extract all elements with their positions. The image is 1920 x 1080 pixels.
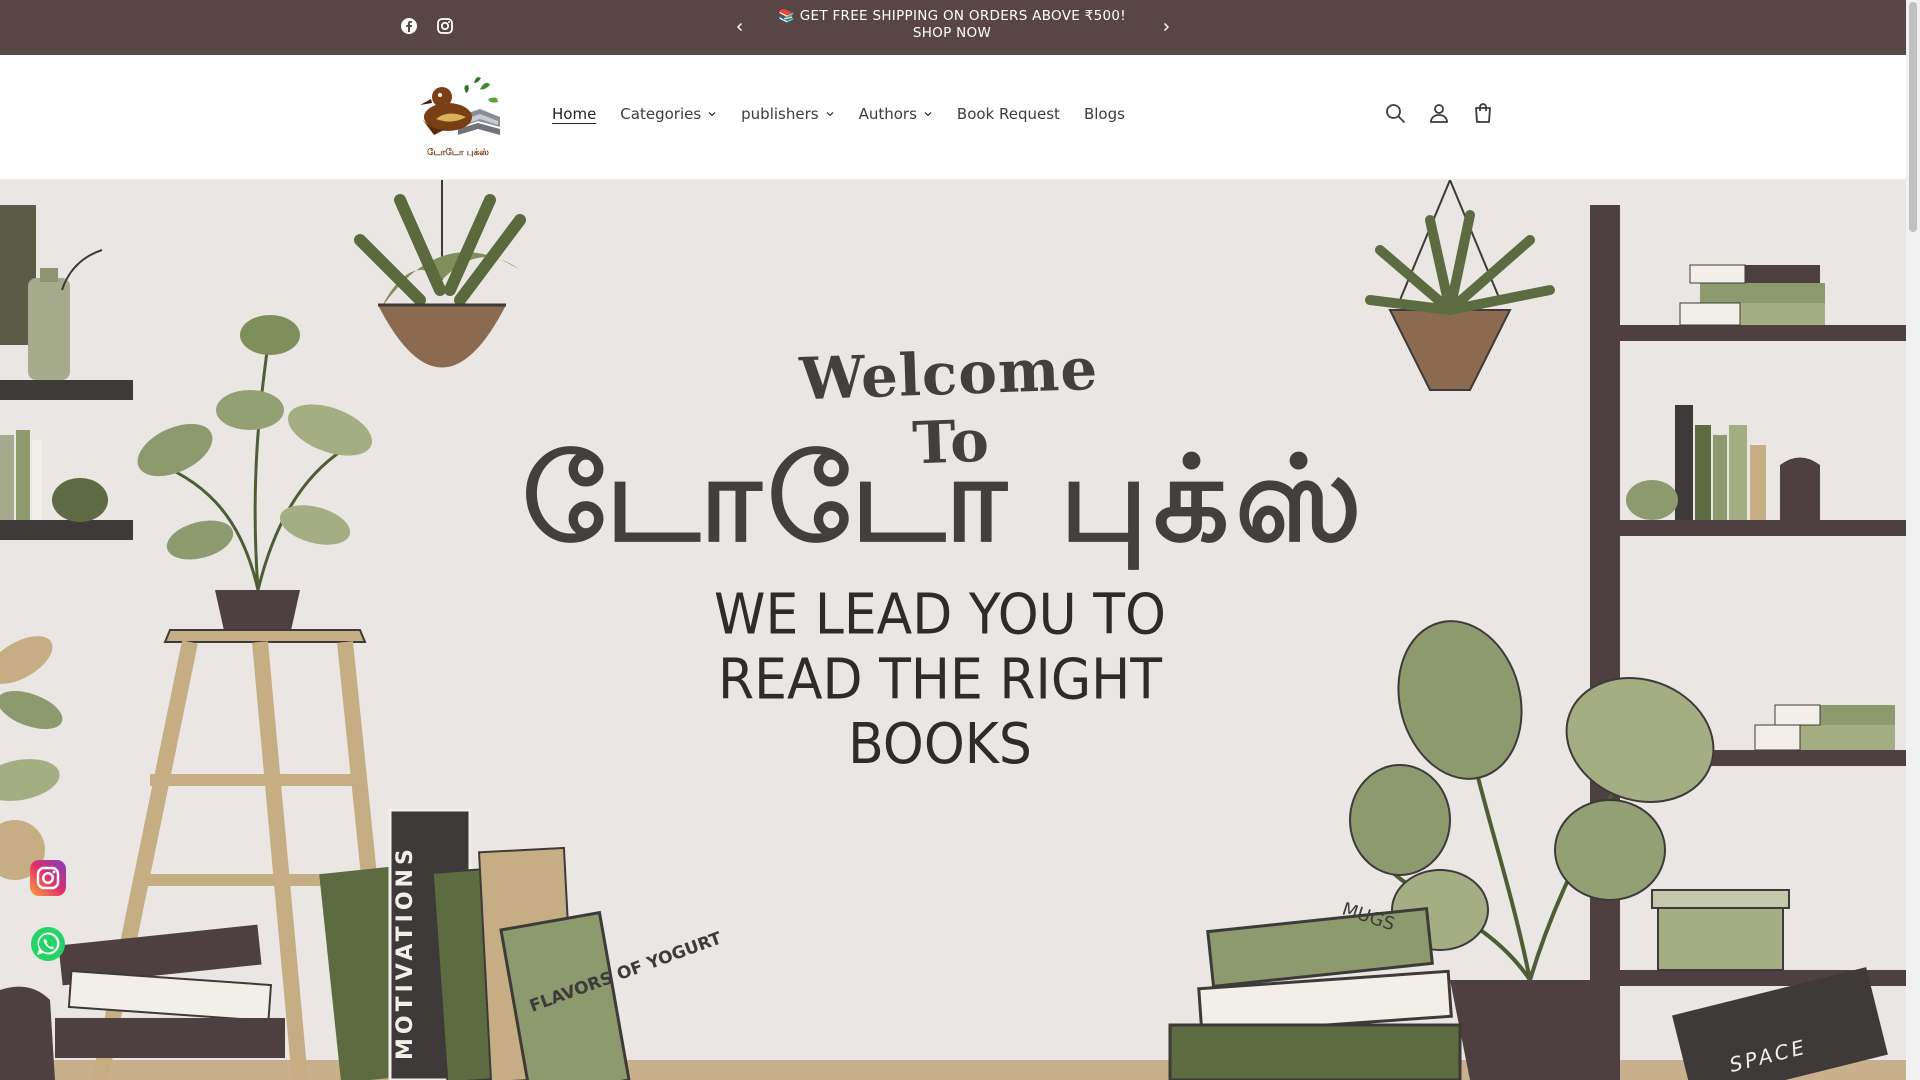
search-icon[interactable] (1383, 101, 1407, 125)
nav-authors-label: Authors (858, 105, 917, 123)
cart-icon[interactable] (1471, 101, 1495, 125)
nav-publishers-label: publishers (741, 105, 819, 123)
site-header: டோடோ புக்ஸ் Home Categories publishers A… (0, 55, 1906, 180)
announcement-text[interactable]: 📚 GET FREE SHIPPING ON ORDERS ABOVE ₹500… (762, 8, 1142, 42)
nav-book-request-label: Book Request (956, 105, 1060, 123)
announcement-prev-button[interactable] (730, 17, 750, 37)
facebook-icon[interactable] (400, 17, 418, 35)
instagram-float-icon[interactable] (30, 860, 66, 896)
hero-tagline: WE LEAD YOU TO READ THE RIGHT BOOKS (660, 583, 1220, 777)
main-nav: Home Categories publishers Authors Book … (552, 105, 1149, 123)
tagline-line-1: WE LEAD YOU TO (714, 582, 1166, 648)
chevron-down-icon (708, 112, 716, 117)
tagline-line-3: BOOKS (848, 712, 1032, 778)
hero-banner[interactable]: MOTIVATIONS FLAVORS OF YOGURT MUGS SPACE… (0, 180, 1906, 1080)
page-scrollbar[interactable] (1906, 0, 1920, 1080)
whatsapp-float-icon[interactable] (30, 926, 66, 962)
nav-categories-label: Categories (620, 105, 702, 123)
instagram-icon[interactable] (436, 17, 454, 35)
nav-blogs[interactable]: Blogs (1084, 105, 1125, 123)
chevron-down-icon (826, 112, 834, 117)
nav-home-label: Home (552, 105, 597, 123)
chevron-left-icon (737, 23, 742, 31)
header-icons (1383, 101, 1495, 125)
chevron-right-icon (1164, 23, 1169, 31)
nav-publishers[interactable]: publishers (741, 105, 834, 123)
chevron-down-icon (924, 112, 932, 117)
social-links (400, 17, 454, 35)
announcement-bar: 📚 GET FREE SHIPPING ON ORDERS ABOVE ₹500… (0, 0, 1906, 55)
scrollbar-thumb[interactable] (1909, 2, 1917, 232)
nav-blogs-label: Blogs (1083, 105, 1125, 123)
hero-brand-name: டோடோ புக்ஸ் (522, 430, 1368, 568)
site-logo[interactable]: டோடோ புக்ஸ் (408, 69, 508, 163)
announcement-next-button[interactable] (1156, 17, 1176, 37)
book-label-motivations: MOTIVATIONS (393, 845, 418, 1060)
nav-book-request[interactable]: Book Request (957, 105, 1060, 123)
account-icon[interactable] (1427, 101, 1451, 125)
nav-authors[interactable]: Authors (859, 105, 933, 123)
nav-categories[interactable]: Categories (620, 105, 717, 123)
nav-home[interactable]: Home (552, 105, 596, 123)
logo-text: டோடோ புக்ஸ் (427, 147, 489, 158)
tagline-line-2: READ THE RIGHT (717, 647, 1162, 713)
